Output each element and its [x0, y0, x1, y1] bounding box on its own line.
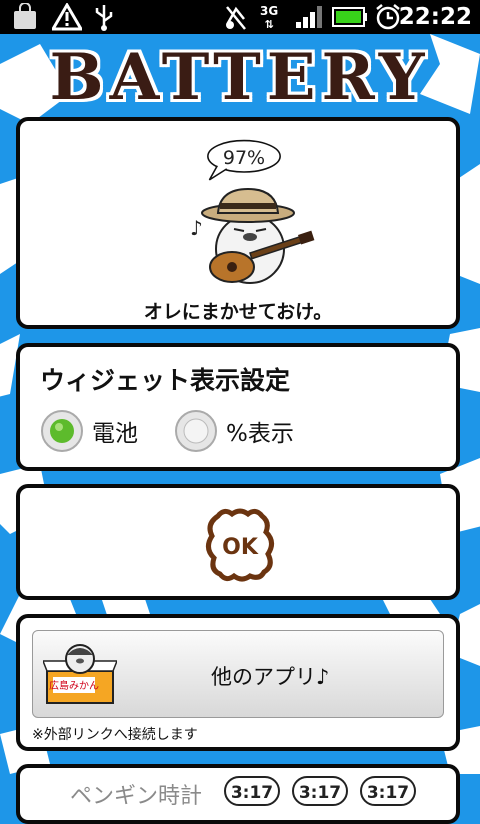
shopping-bag-icon	[12, 3, 38, 31]
svg-text:OK: OK	[222, 535, 259, 560]
radio-percent[interactable]: %表示	[174, 409, 294, 453]
clock-time: 22:22	[398, 4, 472, 30]
clock-widget-card[interactable]: ペンギン時計 3:17 3:17 3:17	[16, 764, 460, 824]
other-apps-label: 他のアプリ♪	[211, 665, 330, 689]
radio-unselected-icon	[175, 410, 217, 452]
radio-battery[interactable]: 電池	[40, 409, 138, 453]
widget-settings-card: ウィジェット表示設定 電池 %表示	[16, 343, 460, 471]
clock-preview-1: 3:17	[224, 776, 280, 806]
radio-percent-label: %表示	[226, 421, 294, 447]
box-label: 広島みかん	[49, 679, 99, 692]
external-link-note: ※外部リンクへ接続します	[32, 727, 198, 743]
clock-widget-text: ペンギン時計	[70, 784, 203, 809]
clock-preview-2: 3:17	[292, 776, 348, 806]
other-apps-button[interactable]: 広島みかん 他のアプリ♪	[32, 630, 444, 718]
ok-stamp-icon[interactable]: OK	[198, 502, 282, 586]
radio-battery-label: 電池	[92, 421, 138, 447]
battery-icon	[332, 3, 368, 31]
ok-card: OK	[16, 484, 460, 600]
app-title: BATTERY	[49, 39, 431, 115]
warning-icon	[52, 3, 82, 31]
status-bar: 3G ⇅ 22:22	[0, 0, 480, 34]
network-indicator: 3G ⇅	[260, 3, 279, 31]
penguin-guitar-illustration: ♪	[190, 187, 315, 284]
radio-selected-icon	[41, 410, 83, 452]
battery-status-card: 97% ♪ オレにまかせておけ。	[16, 117, 460, 329]
mikan-box-penguin-icon: 広島みかん	[43, 644, 117, 704]
other-apps-card: 広島みかん 他のアプリ♪ ※外部リンクへ接続します	[16, 614, 460, 751]
usb-icon	[92, 3, 116, 31]
widget-settings-title: ウィジェット表示設定	[40, 366, 291, 395]
mute-icon	[224, 3, 248, 31]
character-message: オレにまかせておけ。	[143, 301, 333, 323]
battery-percent: 97%	[222, 147, 266, 169]
clock-preview-3: 3:17	[360, 776, 416, 806]
signal-icon	[294, 3, 324, 31]
svg-text:♪: ♪	[190, 216, 203, 240]
